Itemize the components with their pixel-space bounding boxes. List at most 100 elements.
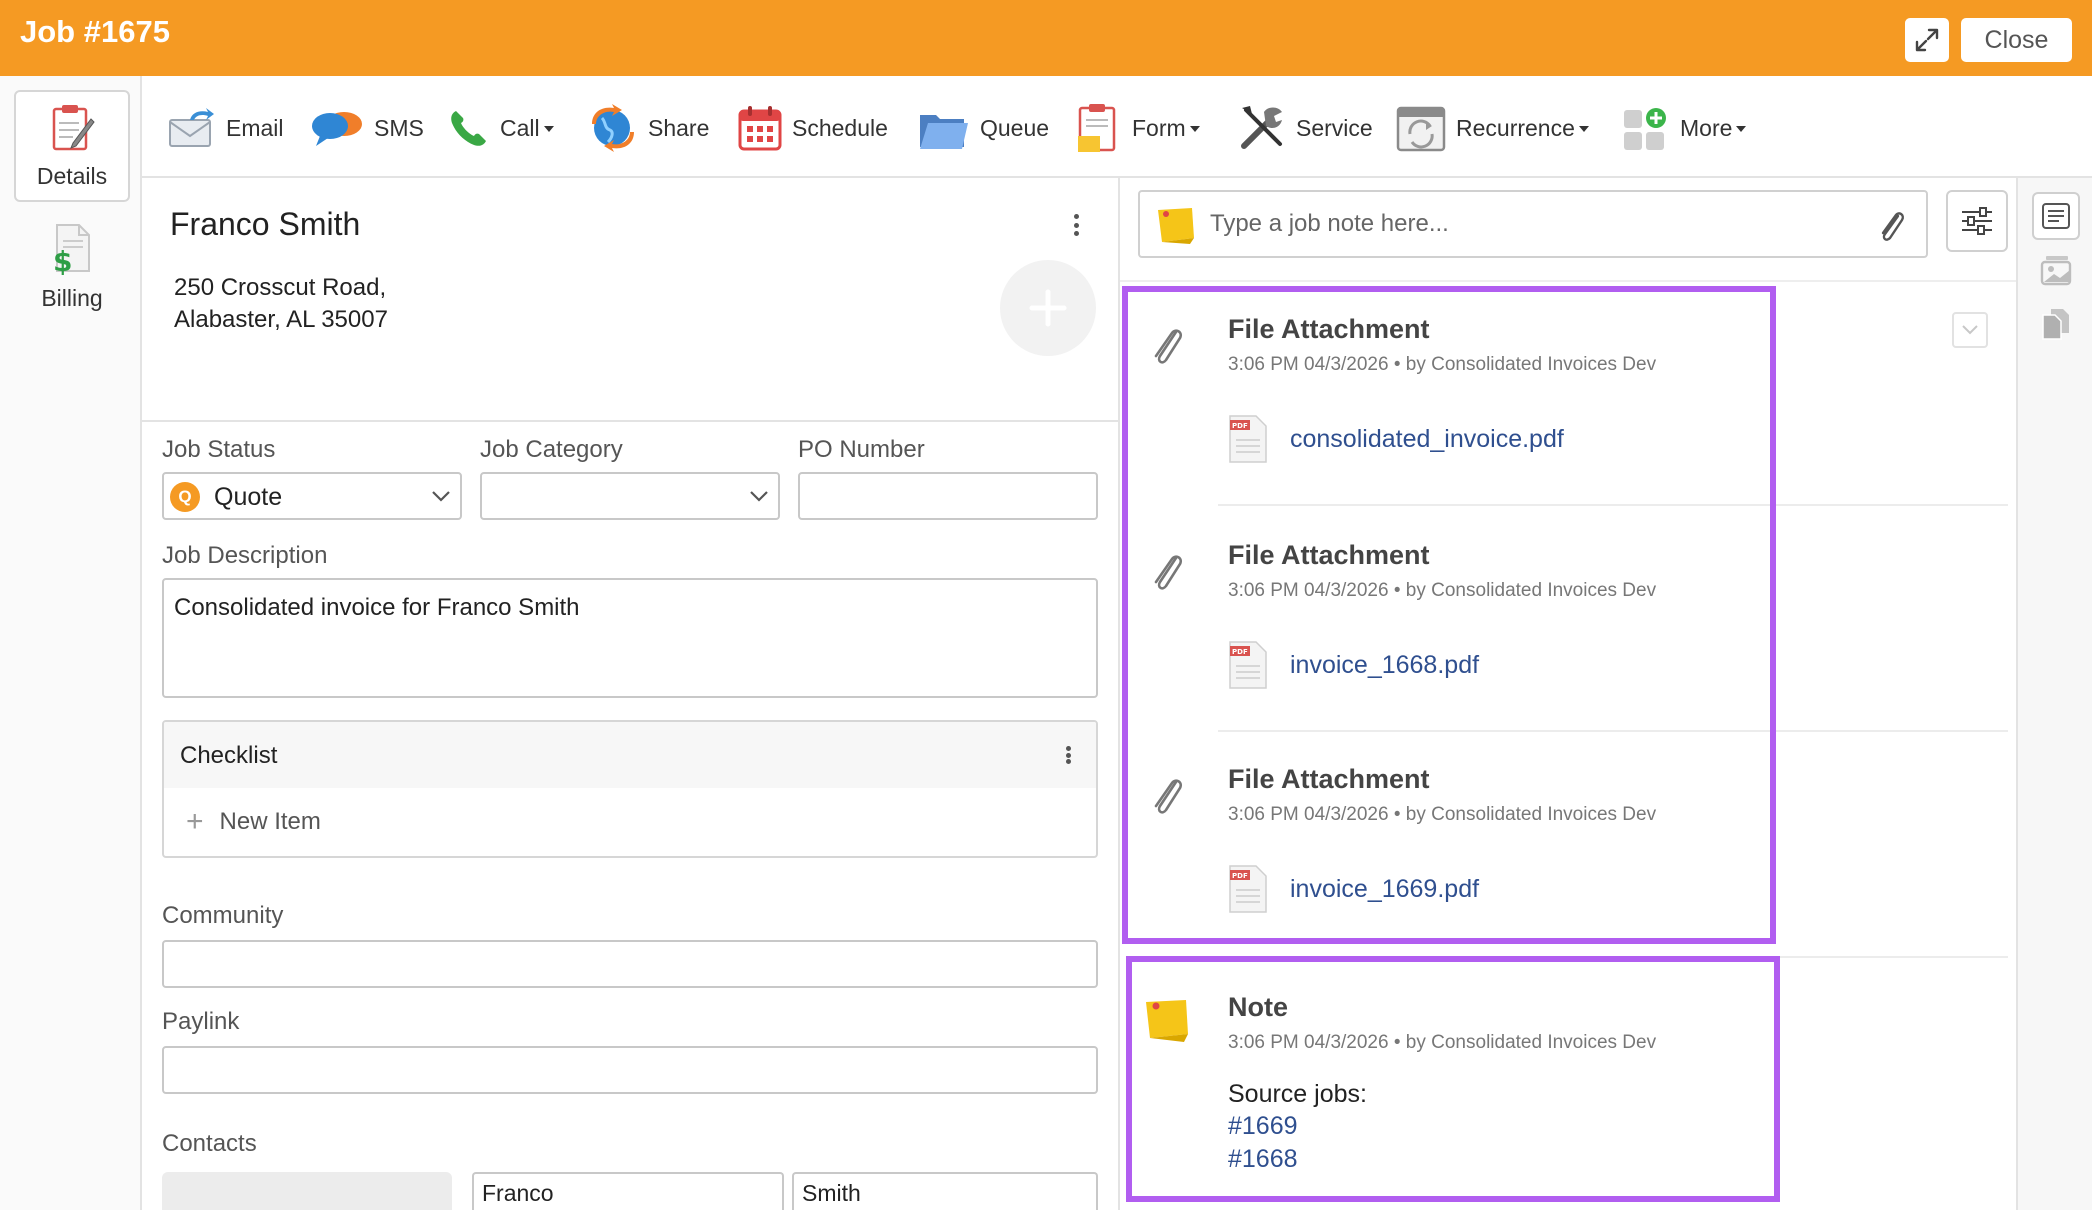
expand-button[interactable] xyxy=(1905,18,1949,62)
new-item-label: New Item xyxy=(219,808,321,835)
checklist-title: Checklist xyxy=(180,742,278,769)
contact-last-name-input[interactable]: Smith xyxy=(792,1172,1098,1210)
toolbar-queue-button[interactable]: Queue xyxy=(918,102,1049,154)
job-description-label: Job Description xyxy=(162,542,328,569)
nav-item-label: Billing xyxy=(41,285,103,311)
image-icon xyxy=(2040,256,2072,286)
highlight-box-note xyxy=(1126,956,1780,1202)
job-status-value: Quote xyxy=(214,483,283,511)
documents-view-button[interactable] xyxy=(2032,300,2080,348)
job-category-select[interactable] xyxy=(480,472,780,520)
toolbar-call-button[interactable]: Call xyxy=(448,102,554,154)
chevron-down-icon xyxy=(1578,126,1589,132)
chevron-down-icon xyxy=(1736,126,1747,132)
contacts-label: Contacts xyxy=(162,1130,257,1157)
more-apps-icon xyxy=(1624,108,1666,150)
email-icon xyxy=(169,108,214,147)
job-description-input[interactable]: Consolidated invoice for Franco Smith xyxy=(162,578,1098,698)
toolbar-service-button[interactable]: Service xyxy=(1238,102,1373,154)
toolbar-label: Share xyxy=(648,114,710,141)
po-number-input[interactable] xyxy=(798,472,1098,520)
notes-view-button[interactable] xyxy=(2032,192,2080,240)
add-button[interactable] xyxy=(1000,260,1096,356)
toolbar-schedule-button[interactable]: Schedule xyxy=(738,102,888,154)
divider xyxy=(1120,280,2016,282)
job-note-placeholder: Type a job note here... xyxy=(1210,210,1449,237)
job-category-label: Job Category xyxy=(480,436,623,463)
toolbar-share-button[interactable]: Share xyxy=(588,102,709,154)
toolbar-email-button[interactable]: Email xyxy=(168,102,284,154)
notes-panel: Type a job note here... File Attachment … xyxy=(1120,178,2016,1210)
action-toolbar: Email SMS Call Share Schedule Queue Form… xyxy=(142,76,2092,178)
nav-item-billing[interactable]: $ Billing xyxy=(14,210,130,322)
contact-type-select[interactable] xyxy=(162,1172,452,1210)
sliders-icon xyxy=(1962,207,1992,235)
paylink-input[interactable] xyxy=(162,1046,1098,1094)
title-bar: Job #1675 Close xyxy=(0,0,2092,76)
recurrence-icon xyxy=(1396,106,1446,152)
toolbar-label: Form xyxy=(1132,114,1186,141)
community-input[interactable] xyxy=(162,940,1098,988)
folder-icon xyxy=(920,115,968,149)
toolbar-label: Service xyxy=(1296,114,1373,141)
expand-icon xyxy=(1915,28,1939,52)
nav-item-label: Details xyxy=(36,163,108,189)
chevron-down-icon xyxy=(740,474,778,518)
svg-text:$: $ xyxy=(53,245,72,275)
job-window: Job #1675 Close Details $ Billing Email … xyxy=(0,0,2092,1210)
plus-icon xyxy=(1029,289,1067,327)
toolbar-label: Queue xyxy=(980,114,1050,141)
divider xyxy=(142,420,1118,422)
chevron-down-icon xyxy=(422,474,460,518)
toolbar-recurrence-button[interactable]: Recurrence xyxy=(1396,102,1589,154)
notes-list-icon xyxy=(2042,203,2070,229)
toolbar-form-button[interactable]: Form xyxy=(1076,102,1200,154)
paylink-label: Paylink xyxy=(162,1008,240,1035)
clipboard-icon xyxy=(52,105,95,151)
toolbar-more-button[interactable]: More xyxy=(1622,102,1747,154)
customer-address-line2: Alabaster, AL 35007 xyxy=(174,306,388,333)
job-status-select[interactable]: Q Quote xyxy=(162,472,462,520)
customer-name[interactable]: Franco Smith xyxy=(170,206,360,243)
toolbar-label: Recurrence xyxy=(1456,114,1575,141)
right-rail xyxy=(2016,178,2092,1210)
customer-menu-button[interactable] xyxy=(1066,210,1086,240)
phone-icon xyxy=(451,111,486,146)
plus-icon: + xyxy=(186,805,204,838)
nav-item-details[interactable]: Details xyxy=(14,90,130,202)
community-label: Community xyxy=(162,902,284,929)
photos-view-button[interactable] xyxy=(2032,246,2080,294)
checklist-card: Checklist + New Item xyxy=(162,720,1098,858)
job-status-label: Job Status xyxy=(162,436,276,463)
share-icon xyxy=(592,104,634,152)
tools-icon xyxy=(1241,106,1282,149)
chevron-down-icon xyxy=(1189,126,1200,132)
toolbar-label: Call xyxy=(500,114,540,141)
left-nav: Details $ Billing xyxy=(0,76,142,1210)
billing-icon: $ xyxy=(53,224,90,275)
highlight-box-attachments xyxy=(1122,286,1776,944)
documents-icon xyxy=(2042,309,2069,340)
toolbar-label: More xyxy=(1680,114,1733,141)
sms-icon xyxy=(312,112,362,146)
job-detail-panel: Franco Smith 250 Crosscut Road, Alabaste… xyxy=(142,178,1120,1210)
contact-first-name-input[interactable]: Franco xyxy=(472,1172,784,1210)
close-button[interactable]: Close xyxy=(1961,18,2072,62)
checklist-menu-button[interactable] xyxy=(1058,742,1078,768)
calendar-icon xyxy=(738,106,782,151)
status-badge: Q xyxy=(170,482,200,512)
customer-address-line1: 250 Crosscut Road, xyxy=(174,274,387,301)
paperclip-icon[interactable] xyxy=(1876,206,1906,246)
checklist-new-item-button[interactable]: + New Item xyxy=(186,805,321,838)
toolbar-label: SMS xyxy=(374,114,424,141)
window-title: Job #1675 xyxy=(20,14,170,49)
po-number-label: PO Number xyxy=(798,436,925,463)
sticky-note-icon xyxy=(1158,208,1194,244)
notes-filter-button[interactable] xyxy=(1946,190,2008,252)
form-icon xyxy=(1078,104,1116,152)
job-note-input[interactable]: Type a job note here... xyxy=(1138,190,1928,258)
toolbar-sms-button[interactable]: SMS xyxy=(310,102,424,154)
toolbar-label: Schedule xyxy=(792,114,888,141)
toolbar-label: Email xyxy=(226,114,284,141)
checklist-header: Checklist xyxy=(164,722,1096,788)
